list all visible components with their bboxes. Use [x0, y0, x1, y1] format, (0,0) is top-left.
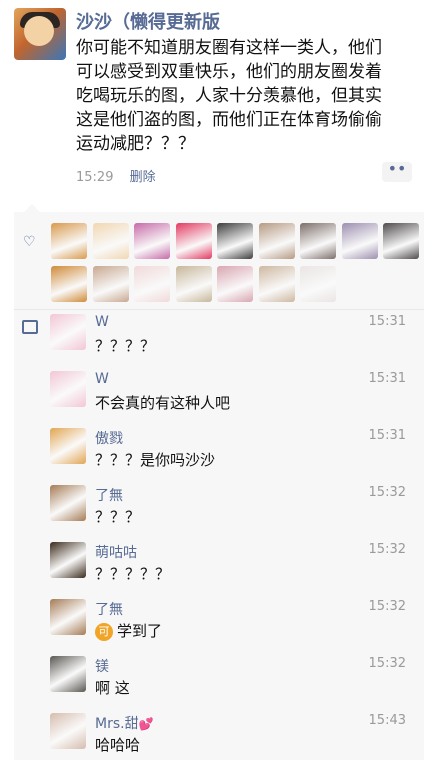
like-avatar[interactable]: [92, 223, 129, 259]
like-avatar[interactable]: [217, 266, 253, 302]
like-avatar[interactable]: [51, 266, 87, 302]
comment-time: 15:32: [368, 485, 406, 500]
heart-emoji-icon: 💕: [138, 717, 154, 731]
like-avatar[interactable]: [300, 266, 336, 302]
commenter-name[interactable]: W: [95, 314, 109, 330]
like-avatar[interactable]: [217, 223, 253, 259]
like-avatar[interactable]: [134, 223, 170, 259]
like-avatar[interactable]: [383, 223, 419, 259]
comment-time: 15:32: [368, 599, 406, 614]
interaction-panel: ♡ W 15:31 ？？？？ W 15:31 不会真的有这种人吧 傲戮 15:31 ？？？是你吗…: [14, 204, 424, 760]
commenter-avatar[interactable]: [50, 656, 86, 692]
avatar-face: [24, 16, 54, 46]
comment-row[interactable]: 了無 15:32 ？？？: [14, 481, 424, 538]
author-name[interactable]: 沙沙（懒得更新版: [76, 8, 220, 34]
comment-row[interactable]: W 15:31 ？？？？: [14, 310, 424, 367]
commenter-avatar[interactable]: [50, 542, 86, 578]
comment-time: 15:31: [368, 428, 406, 443]
comment-time: 15:32: [368, 542, 406, 557]
comment-row[interactable]: 镁 15:32 啊 这: [14, 652, 424, 709]
comment-time: 15:43: [368, 713, 406, 728]
heart-icon: ♡: [23, 234, 36, 250]
comment-text: 可学到了: [95, 620, 162, 641]
commenter-name[interactable]: 了無: [95, 599, 123, 619]
commenter-name[interactable]: Mrs.甜💕: [95, 713, 154, 733]
commenter-name[interactable]: W: [95, 371, 109, 387]
comment-text: 啊 这: [95, 679, 130, 697]
comment-time: 15:31: [368, 371, 406, 386]
commenter-name[interactable]: 萌咕咕: [95, 542, 137, 562]
moment-post: 沙沙（懒得更新版 你可能不知道朋友圈有这样一类人，他们 可以感受到双重快乐，他们…: [0, 0, 424, 205]
like-avatar[interactable]: [92, 266, 129, 302]
post-text: 你可能不知道朋友圈有这样一类人，他们 可以感受到双重快乐，他们的朋友圈发着 吃喝…: [76, 38, 382, 154]
commenter-avatar[interactable]: [50, 428, 86, 464]
like-avatar[interactable]: [175, 223, 212, 259]
comment-row[interactable]: 了無 15:32 可学到了: [14, 595, 424, 652]
comment-text: ？？？？？: [95, 565, 171, 583]
comment-row[interactable]: W 15:31 不会真的有这种人吧: [14, 367, 424, 424]
comment-text: 不会真的有这种人吧: [95, 394, 231, 412]
commenter-name[interactable]: 镁: [95, 656, 109, 676]
comment-time: 15:32: [368, 656, 406, 671]
like-avatar[interactable]: [341, 223, 378, 259]
comment-text: ？？？是你吗沙沙: [95, 451, 216, 469]
comment-text: 哈哈哈: [95, 736, 141, 754]
like-avatar[interactable]: [300, 223, 336, 259]
likes-section: ♡: [14, 212, 424, 310]
author-avatar[interactable]: [14, 8, 66, 60]
comment-icon: [22, 320, 38, 334]
commenter-avatar[interactable]: [50, 713, 86, 749]
like-avatar[interactable]: [258, 266, 295, 302]
commenter-avatar[interactable]: [50, 371, 86, 407]
comment-text: ？？？？: [95, 337, 156, 355]
delete-button[interactable]: 删除: [130, 170, 156, 185]
like-avatar[interactable]: [134, 266, 170, 302]
post-meta: 15:29 删除: [76, 166, 156, 185]
like-avatar[interactable]: [175, 266, 212, 302]
commenter-name[interactable]: 傲戮: [95, 428, 123, 448]
more-options-button[interactable]: ••: [382, 161, 412, 182]
commenter-avatar[interactable]: [50, 485, 86, 521]
comments-section: W 15:31 ？？？？ W 15:31 不会真的有这种人吧 傲戮 15:31 ？？？是你吗沙沙…: [14, 310, 424, 766]
post-time: 15:29: [76, 170, 114, 185]
comment-row[interactable]: 傲戮 15:31 ？？？是你吗沙沙: [14, 424, 424, 481]
comment-text: ？？？: [95, 508, 141, 526]
comment-time: 15:31: [368, 314, 406, 329]
commenter-avatar[interactable]: [50, 599, 86, 635]
commenter-avatar[interactable]: [50, 314, 86, 350]
commenter-name[interactable]: 了無: [95, 485, 123, 505]
coin-emoji-icon: 可: [95, 622, 113, 641]
comment-row[interactable]: Mrs.甜💕 15:43 哈哈哈: [14, 709, 424, 766]
like-avatar[interactable]: [51, 223, 87, 259]
comment-row[interactable]: 萌咕咕 15:32 ？？？？？: [14, 538, 424, 595]
like-avatar[interactable]: [258, 223, 295, 259]
